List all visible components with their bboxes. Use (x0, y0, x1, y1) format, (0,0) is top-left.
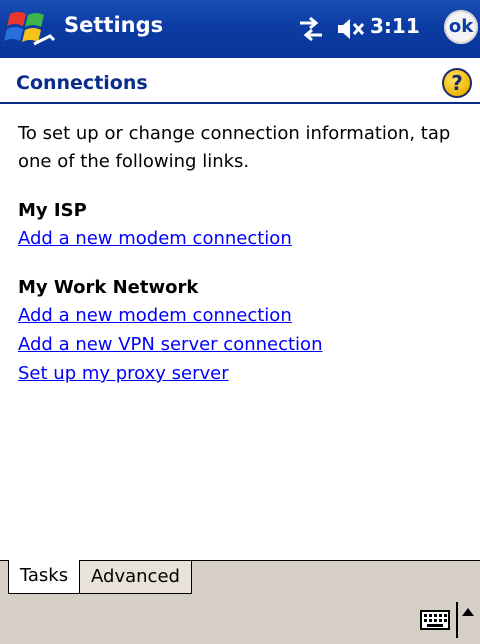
link-work-proxy[interactable]: Set up my proxy server (18, 359, 468, 388)
section-my-isp: My ISP Add a new modem connection (18, 198, 468, 253)
keyboard-icon[interactable] (420, 610, 450, 630)
connectivity-icon[interactable] (296, 15, 326, 43)
app-title: Settings (64, 13, 164, 37)
main-content: To set up or change connection informati… (18, 120, 468, 410)
page-title: Connections (16, 72, 148, 94)
menu-bar (0, 596, 480, 644)
section-title: My ISP (18, 200, 87, 221)
intro-text: To set up or change connection informati… (18, 123, 451, 172)
link-isp-add-modem[interactable]: Add a new modem connection (18, 224, 468, 253)
input-panel-arrow-icon[interactable] (462, 608, 474, 616)
tab-divider (0, 560, 8, 561)
link-work-add-vpn[interactable]: Add a new VPN server connection (18, 330, 468, 359)
input-panel-separator (456, 602, 458, 638)
title-bar: Settings 3:11 ok (0, 0, 480, 58)
clock[interactable]: 3:11 (370, 14, 420, 38)
tab-advanced[interactable]: Advanced (80, 560, 192, 594)
header-divider (0, 102, 480, 104)
link-work-add-modem[interactable]: Add a new modem connection (18, 301, 468, 330)
section-my-work-network: My Work Network Add a new modem connecti… (18, 275, 468, 388)
ok-button[interactable]: ok (444, 10, 478, 44)
windows-start-icon[interactable] (4, 6, 58, 52)
section-title: My Work Network (18, 277, 199, 298)
help-icon[interactable]: ? (442, 68, 472, 98)
page-header: Connections ? (0, 58, 480, 104)
volume-muted-icon[interactable] (336, 16, 366, 42)
tab-divider (192, 560, 480, 561)
tab-strip: Tasks Advanced (0, 560, 480, 596)
tab-tasks[interactable]: Tasks (8, 560, 80, 594)
